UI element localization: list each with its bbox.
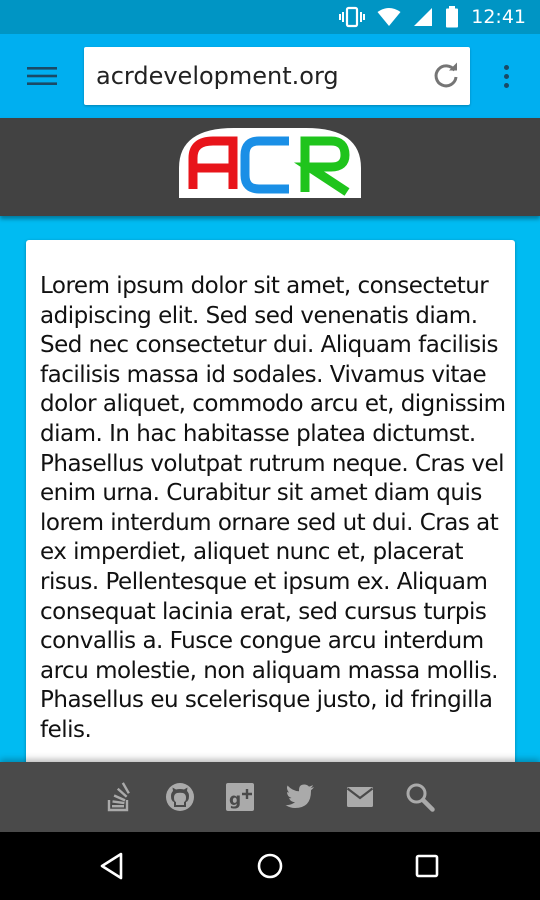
search-icon: [406, 783, 435, 812]
overflow-menu-icon: [503, 82, 509, 88]
home-icon: [257, 853, 283, 879]
back-button[interactable]: [96, 850, 128, 882]
reload-button[interactable]: [430, 60, 462, 92]
wifi-icon: [377, 8, 401, 26]
site-header: [0, 118, 540, 216]
recents-button[interactable]: [411, 850, 443, 882]
twitter-icon: [285, 784, 314, 808]
github-link[interactable]: [164, 781, 196, 813]
email-icon: [346, 787, 374, 807]
signal-icon: [414, 8, 433, 26]
twitter-link[interactable]: [284, 781, 316, 813]
stackoverflow-icon: [107, 782, 130, 812]
email-link[interactable]: [344, 781, 376, 813]
content-card: Lorem ipsum dolor sit amet, consectetur …: [26, 240, 515, 780]
status-clock: 12:41: [471, 6, 526, 28]
search-link[interactable]: [404, 781, 436, 813]
overflow-menu-icon: [503, 73, 509, 79]
article-text: Lorem ipsum dolor sit amet, consectetur …: [40, 273, 506, 743]
hamburger-menu-button[interactable]: [20, 60, 64, 92]
hamburger-menu-icon: [27, 67, 57, 85]
back-icon: [100, 852, 123, 880]
google-plus-link[interactable]: g: [224, 781, 256, 813]
url-bar[interactable]: acrdevelopment.org: [84, 47, 470, 105]
url-text[interactable]: acrdevelopment.org: [96, 47, 339, 105]
status-bar: 12:41: [0, 0, 540, 34]
stackoverflow-link[interactable]: [104, 781, 136, 813]
overflow-menu-button[interactable]: [492, 58, 520, 94]
acr-logo[interactable]: [179, 128, 361, 198]
recents-icon: [415, 854, 439, 878]
home-button[interactable]: [254, 850, 286, 882]
vibrate-icon: [339, 6, 366, 28]
reload-icon: [434, 62, 458, 88]
browser-toolbar: acrdevelopment.org: [0, 34, 540, 118]
system-navigation-bar: [0, 832, 540, 900]
github-icon: [166, 783, 194, 811]
battery-icon: [446, 6, 459, 28]
svg-text:g: g: [229, 790, 241, 810]
overflow-menu-icon: [503, 64, 509, 70]
google-plus-icon: g: [226, 783, 254, 811]
social-links-bar: g: [0, 762, 540, 832]
